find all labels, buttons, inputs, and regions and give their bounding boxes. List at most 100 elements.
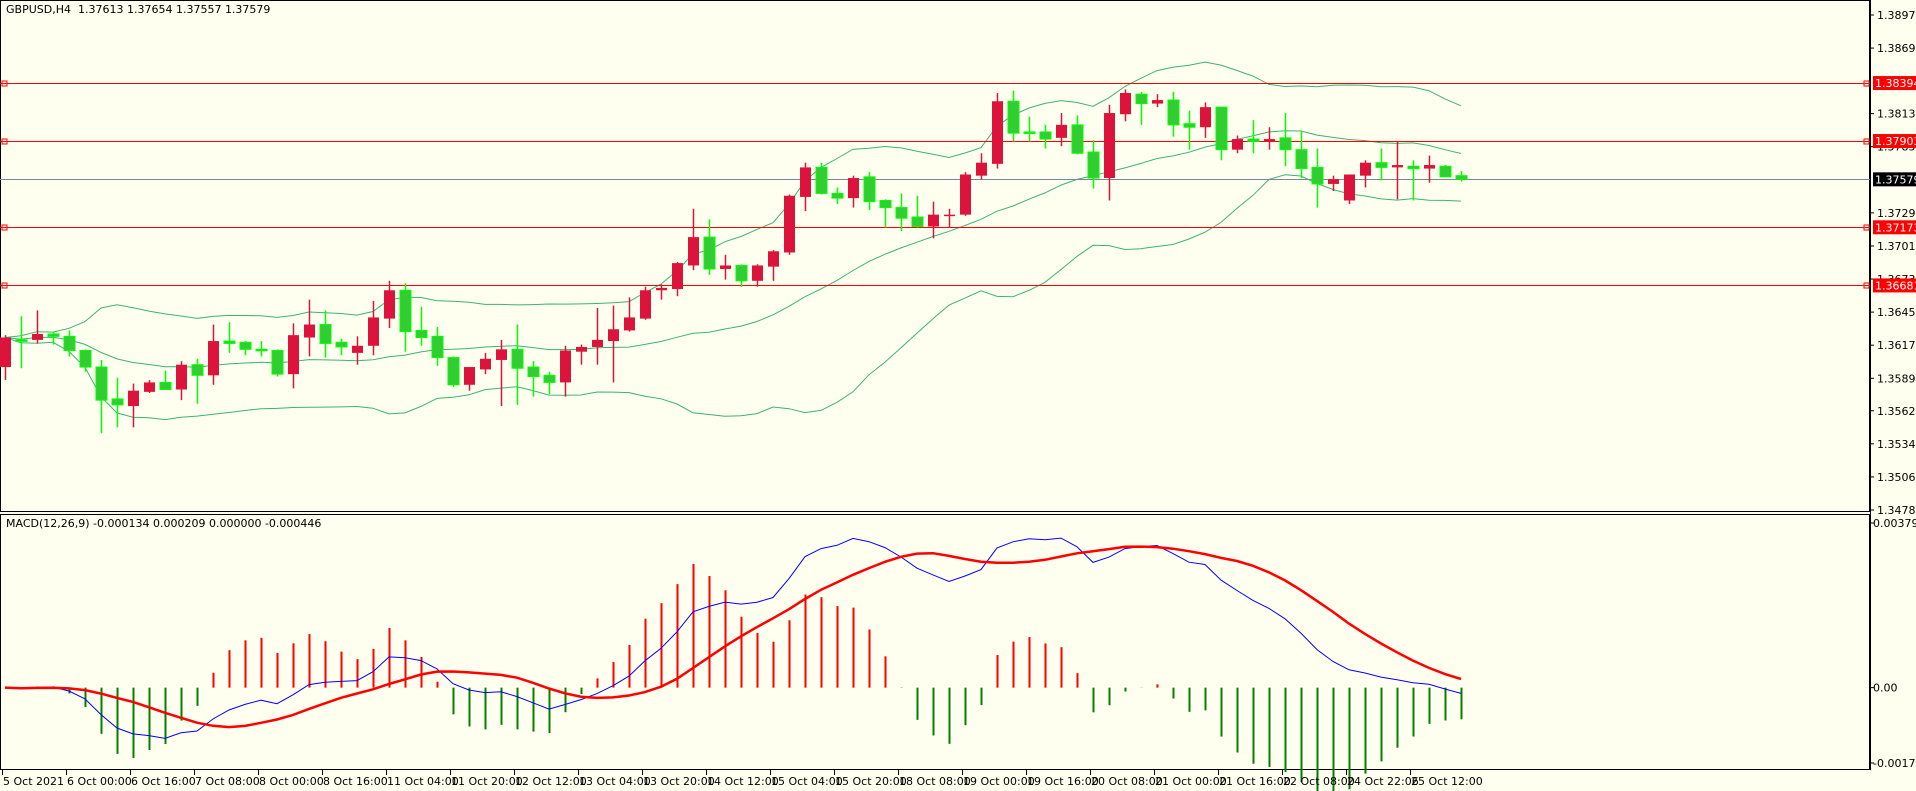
time-tick-label: 8 Oct 00:00 <box>259 775 324 788</box>
time-tick-label: 14 Oct 12:00 <box>707 775 779 788</box>
bullish-candle <box>720 265 731 269</box>
bearish-candle <box>1135 93 1148 105</box>
price-tick-label: 1.38690 <box>1877 42 1916 55</box>
time-tick-label: 15 Oct 20:00 <box>835 775 907 788</box>
bearish-candle <box>1167 99 1180 126</box>
bearish-candle <box>511 348 524 369</box>
bearish-candle <box>911 216 924 227</box>
time-tick-label: 19 Oct 00:00 <box>963 775 1035 788</box>
bullish-candle <box>592 339 603 347</box>
ohlc-readout: 1.37613 1.37654 1.37557 1.37579 <box>77 3 271 16</box>
bullish-candle <box>1424 165 1435 169</box>
bearish-candle <box>1295 149 1308 170</box>
time-tick-label: 11 Oct 04:00 <box>387 775 459 788</box>
bullish-candle <box>1232 139 1243 150</box>
time-tick-label: 13 Oct 04:00 <box>579 775 651 788</box>
bearish-candle <box>1407 165 1420 170</box>
bullish-candle <box>1152 100 1163 104</box>
time-tick-label: 7 Oct 08:00 <box>195 775 260 788</box>
price-tick-label: 1.38135 <box>1877 108 1916 121</box>
bullish-candle <box>672 263 683 290</box>
bearish-candle <box>1215 106 1228 151</box>
bearish-candle <box>1455 175 1468 180</box>
price-tick-label: 1.37015 <box>1877 240 1916 253</box>
bullish-candle <box>656 287 667 291</box>
bullish-candle <box>1328 179 1339 184</box>
bearish-candle <box>1279 137 1292 151</box>
bullish-candle <box>640 290 651 319</box>
bearish-candle <box>1087 151 1100 179</box>
bearish-candle <box>255 348 268 352</box>
bullish-candle <box>960 174 971 215</box>
time-tick-label: 21 Oct 16:00 <box>1219 775 1291 788</box>
bearish-candle <box>815 166 828 194</box>
time-tick-label: 8 Oct 16:00 <box>323 775 388 788</box>
macd-tick-label: 0.00 <box>1873 682 1898 695</box>
price-panel-border <box>0 0 1870 512</box>
symbol-label: GBPUSD,H4 <box>6 3 71 16</box>
price-tick-label: 1.35620 <box>1877 405 1916 418</box>
bullish-candle <box>768 251 779 267</box>
bearish-candle <box>527 366 540 378</box>
bearish-candle <box>271 350 284 375</box>
bearish-candle <box>431 335 444 359</box>
time-tick-label: 21 Oct 00:00 <box>1155 775 1227 788</box>
bearish-candle <box>1311 166 1324 185</box>
bollinger-upper-band <box>4 61 1462 338</box>
bearish-candle <box>735 264 748 282</box>
bullish-candle <box>1360 162 1371 176</box>
bearish-candle <box>703 236 716 270</box>
bearish-candle <box>1071 124 1084 154</box>
bearish-candle <box>1183 123 1196 128</box>
bullish-candle <box>128 390 139 407</box>
bullish-candle <box>688 237 699 266</box>
bullish-candle <box>608 329 619 342</box>
bearish-candle <box>1023 131 1036 134</box>
bullish-candle <box>1392 165 1403 168</box>
bullish-candle <box>144 382 155 392</box>
price-axis: 1.389701.386901.381351.378551.372951.370… <box>1870 0 1916 770</box>
bullish-candle <box>304 324 315 338</box>
bullish-candle <box>464 367 475 385</box>
bullish-candle <box>1120 92 1131 115</box>
time-tick-label: 5 Oct 2021 <box>3 775 64 788</box>
bearish-candle <box>79 350 92 368</box>
price-tick-label: 1.34780 <box>1877 504 1916 517</box>
bearish-candle <box>159 381 172 390</box>
bearish-candle <box>1439 165 1452 178</box>
price-tick-label: 1.35340 <box>1877 438 1916 451</box>
time-tick-label: 13 Oct 20:00 <box>643 775 715 788</box>
bullish-candle <box>480 358 491 370</box>
candles <box>0 89 1468 434</box>
price-tick-label: 1.36175 <box>1877 339 1916 352</box>
time-tick-label: 24 Oct 22:06 <box>1347 775 1419 788</box>
bullish-candle <box>1200 107 1211 128</box>
macd-label: MACD(12,26,9) <box>6 517 90 530</box>
bullish-candle <box>32 333 43 340</box>
chart-canvas[interactable]: 1.389701.386901.381351.378551.372951.370… <box>0 0 1916 791</box>
bullish-candle <box>752 265 763 281</box>
price-tick-label: 1.36455 <box>1877 306 1916 319</box>
bearish-candle <box>415 329 428 339</box>
bearish-candle <box>895 207 908 219</box>
bearish-candle <box>447 357 460 386</box>
bearish-candle <box>879 199 892 209</box>
time-tick-label: 12 Oct 12:00 <box>515 775 587 788</box>
bullish-candle <box>0 337 11 368</box>
level-price-label: 1.37903 <box>1875 135 1916 148</box>
bearish-candle <box>239 341 252 350</box>
chart-header: GBPUSD,H4 1.37613 1.37654 1.37557 1.3757… <box>6 3 270 16</box>
time-axis: 5 Oct 2021 6 Oct 00:00 6 Oct 16:00 7 Oct 08… <box>2 770 1483 788</box>
bullish-candle <box>624 317 635 331</box>
bullish-candle <box>800 167 811 197</box>
bullish-candle <box>368 317 379 346</box>
bearish-candle <box>191 364 204 376</box>
bearish-candle <box>335 341 348 348</box>
price-tick-label: 1.38970 <box>1877 9 1916 22</box>
bullish-candle <box>1104 113 1115 179</box>
price-tick-label: 1.35895 <box>1877 372 1916 385</box>
bullish-candle <box>496 349 507 360</box>
time-tick-label: 11 Oct 20:00 <box>451 775 523 788</box>
bullish-candle <box>576 346 587 352</box>
bullish-candle <box>944 214 955 217</box>
